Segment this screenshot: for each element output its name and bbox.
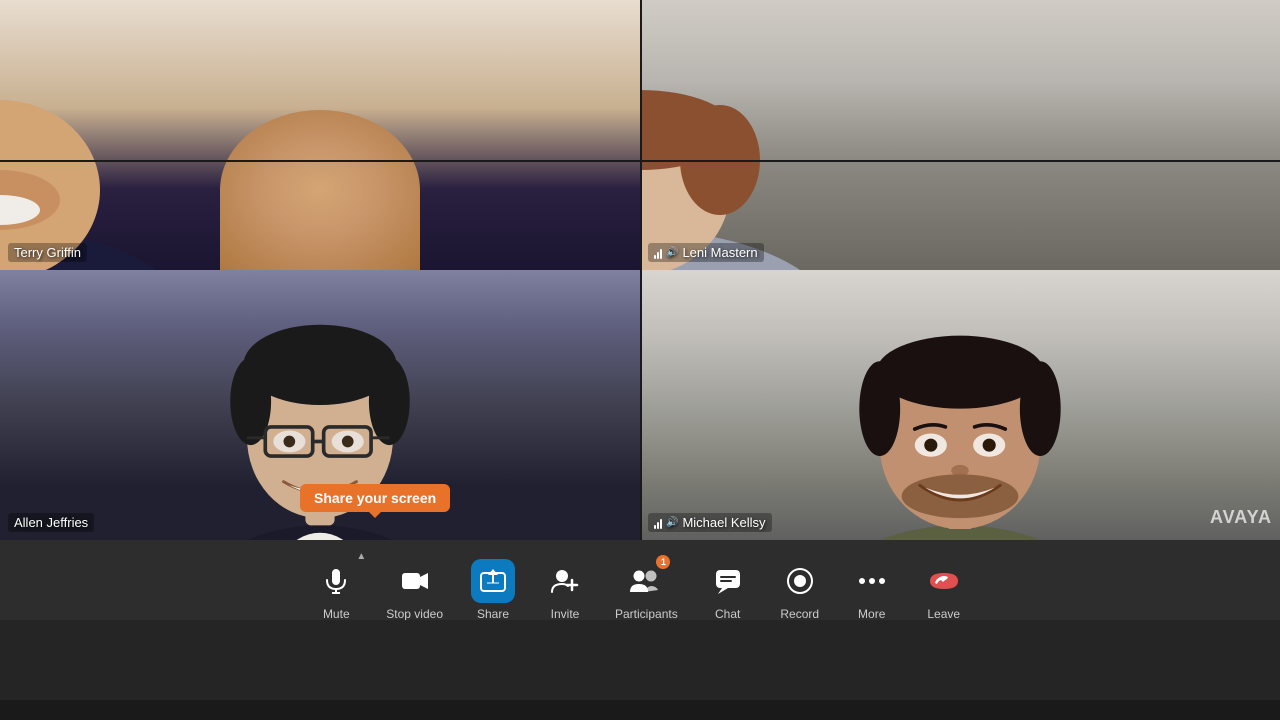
mute-label: Mute	[323, 607, 350, 621]
terry-name: Terry Griffin	[14, 245, 81, 260]
leave-label: Leave	[927, 607, 960, 621]
michael-mic-icon: 🔊	[666, 517, 678, 528]
share-label: Share	[477, 607, 509, 621]
name-tag-michael: 🔊 Michael Kellsy	[648, 513, 772, 532]
participants-label: Participants	[615, 607, 678, 621]
record-button[interactable]: Record	[768, 553, 832, 627]
grid-divider-vertical	[640, 0, 642, 540]
name-tag-terry: Terry Griffin	[8, 243, 87, 262]
video-cell-allen: Allen Jeffries Share your screen	[0, 270, 640, 540]
grid-divider-horizontal	[0, 160, 1280, 162]
mute-arrow-icon: ▲	[356, 551, 366, 562]
more-button[interactable]: More	[840, 553, 904, 627]
video-grid: Terry Griffin 🔊 Leni Mastern	[0, 0, 1280, 540]
name-tag-allen: Allen Jeffries	[8, 513, 94, 532]
more-icon-wrap	[850, 559, 894, 603]
participants-badge: 1	[656, 555, 670, 569]
leave-button[interactable]: Leave	[912, 553, 976, 627]
leave-icon-wrap	[922, 559, 966, 603]
video-cell-terry: Terry Griffin	[0, 0, 640, 270]
record-label: Record	[780, 607, 819, 621]
share-icon-wrap	[471, 559, 515, 603]
leni-mic-icon: 🔊	[666, 247, 678, 258]
participants-button[interactable]: 1 Participants	[605, 553, 688, 627]
avaya-watermark: AVAYA	[1210, 507, 1272, 528]
leni-name: Leni Mastern	[682, 245, 757, 260]
stop-video-label: Stop video	[386, 607, 443, 621]
name-tag-leni: 🔊 Leni Mastern	[648, 243, 764, 262]
participants-icon-wrap: 1	[624, 559, 668, 603]
leni-signal-icon	[654, 247, 662, 259]
video-cell-michael: 🔊 Michael Kellsy AVAYA	[640, 270, 1280, 540]
share-button[interactable]: Share	[461, 553, 525, 627]
video-cell-leni: 🔊 Leni Mastern	[640, 0, 1280, 270]
chat-label: Chat	[715, 607, 740, 621]
invite-icon-wrap	[543, 559, 587, 603]
mute-icon-wrap: ▲	[314, 559, 358, 603]
invite-label: Invite	[551, 607, 580, 621]
invite-button[interactable]: Invite	[533, 553, 597, 627]
chat-button[interactable]: Chat	[696, 553, 760, 627]
bottom-strip	[0, 620, 1280, 700]
michael-signal-icon	[654, 517, 662, 529]
more-label: More	[858, 607, 885, 621]
mute-button[interactable]: ▲ Mute	[304, 553, 368, 627]
chat-icon-wrap	[706, 559, 750, 603]
video-icon-wrap	[393, 559, 437, 603]
allen-name: Allen Jeffries	[14, 515, 88, 530]
michael-name: Michael Kellsy	[682, 515, 765, 530]
record-icon-wrap	[778, 559, 822, 603]
stop-video-button[interactable]: Stop video	[376, 553, 453, 627]
